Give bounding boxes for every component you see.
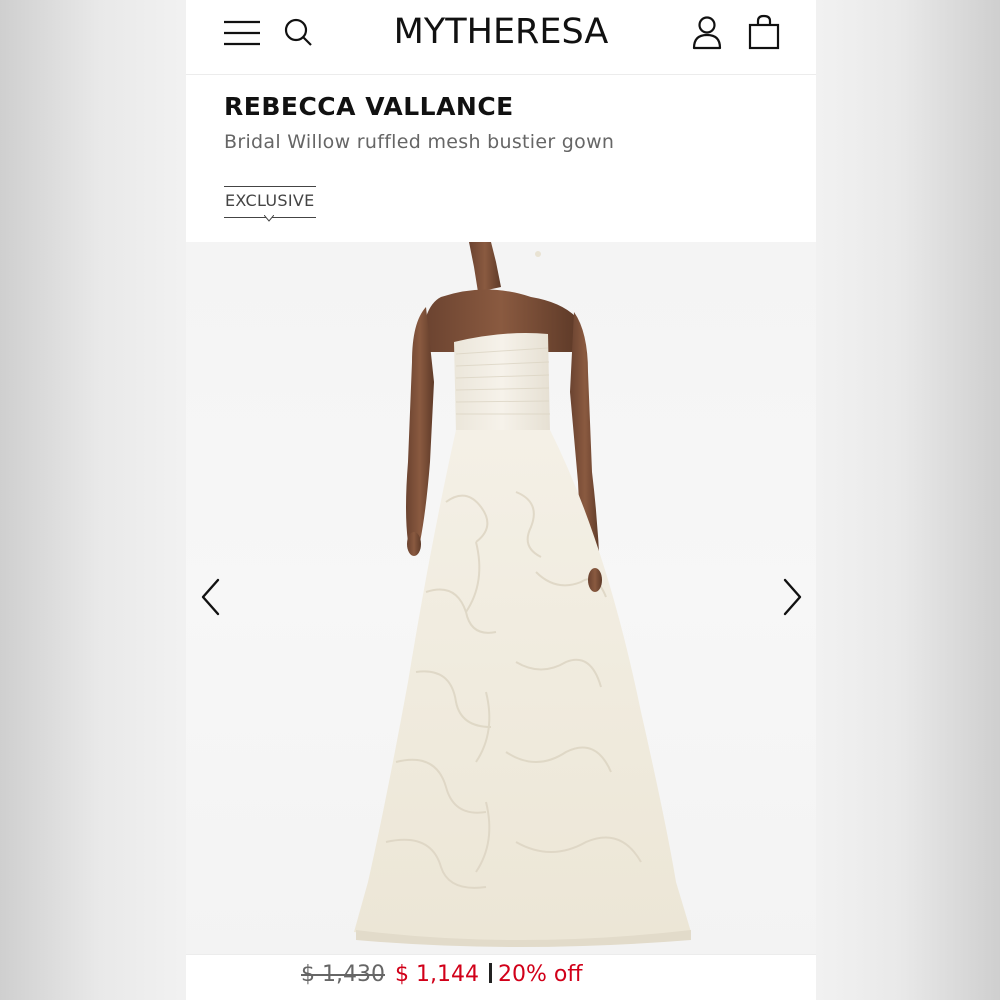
product-title: Bridal Willow ruffled mesh bustier gown: [224, 131, 615, 153]
chevron-right-icon[interactable]: [781, 578, 803, 616]
product-photo: [354, 242, 691, 947]
user-icon[interactable]: [692, 16, 722, 50]
brand-name[interactable]: REBECCA VALLANCE: [224, 92, 514, 121]
badge-pointer-icon: [264, 215, 274, 222]
original-price: $ 1,430: [301, 962, 385, 987]
exclusive-badge: EXCLUSIVE: [224, 186, 316, 218]
sale-price: $ 1,144: [394, 962, 479, 987]
discount-label: 20% off: [497, 962, 583, 987]
phone-screen: MYTHERESA REBECCA VALLANCE Bridal Willow…: [186, 0, 816, 1000]
chevron-left-icon[interactable]: [200, 578, 222, 616]
price-divider: [488, 963, 492, 983]
shopping-bag-icon[interactable]: [748, 14, 780, 50]
price-row: $ 1,430 $ 1,144 20% off: [301, 962, 582, 987]
top-navigation-bar: MYTHERESA: [186, 0, 816, 75]
product-image-gallery[interactable]: [186, 242, 816, 954]
